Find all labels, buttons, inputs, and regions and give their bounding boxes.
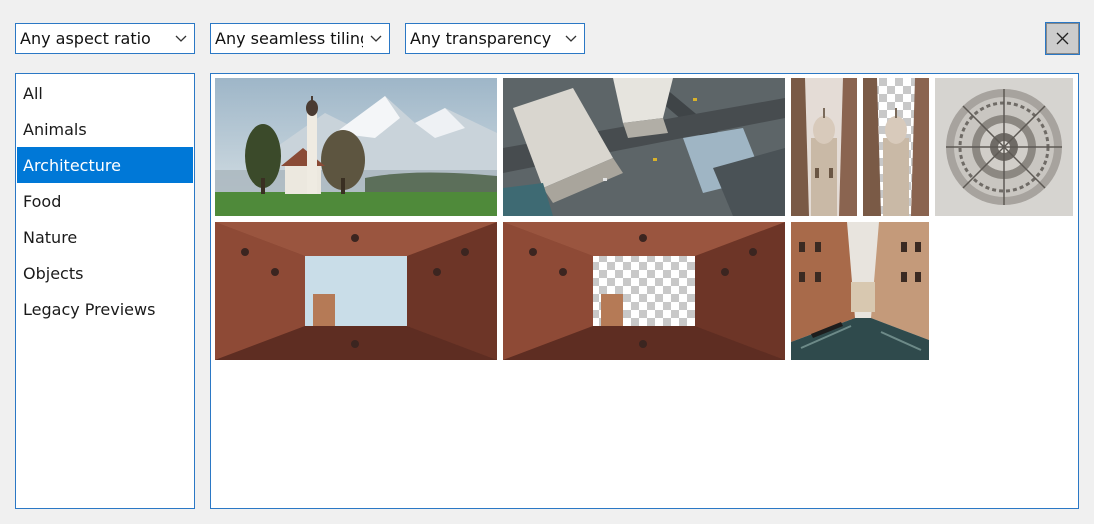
category-item-objects[interactable]: Objects (17, 255, 193, 291)
cathedral-street-thumbnail[interactable] (791, 78, 857, 216)
transparency-value: Any transparency (410, 29, 552, 48)
category-item-architecture[interactable]: Architecture (17, 147, 193, 183)
chevron-down-icon (558, 24, 584, 53)
church-alps-thumbnail[interactable] (215, 78, 497, 216)
category-item-legacy-previews[interactable]: Legacy Previews (17, 291, 193, 327)
aspect-ratio-value: Any aspect ratio (20, 29, 151, 48)
close-icon (1056, 32, 1069, 45)
image-gallery (210, 73, 1079, 509)
seamless-tiling-value: Any seamless tiling (215, 29, 363, 48)
close-button[interactable] (1045, 22, 1080, 55)
chevron-down-icon (363, 24, 389, 53)
cathedral-street-transparent-thumbnail[interactable] (863, 78, 929, 216)
category-item-animals[interactable]: Animals (17, 111, 193, 147)
category-list[interactable]: All Animals Architecture Food Nature Obj… (15, 73, 195, 509)
courtyard-sky-thumbnail[interactable] (215, 222, 497, 360)
venice-canal-thumbnail[interactable] (791, 222, 929, 360)
city-aerial-thumbnail[interactable] (503, 78, 785, 216)
rose-window-thumbnail[interactable] (935, 78, 1073, 216)
transparency-dropdown[interactable]: Any transparency (405, 23, 585, 54)
category-item-food[interactable]: Food (17, 183, 193, 219)
aspect-ratio-dropdown[interactable]: Any aspect ratio (15, 23, 195, 54)
seamless-tiling-dropdown[interactable]: Any seamless tiling (210, 23, 390, 54)
courtyard-transparent-thumbnail[interactable] (503, 222, 785, 360)
chevron-down-icon (168, 24, 194, 53)
category-item-all[interactable]: All (17, 75, 193, 111)
category-item-nature[interactable]: Nature (17, 219, 193, 255)
